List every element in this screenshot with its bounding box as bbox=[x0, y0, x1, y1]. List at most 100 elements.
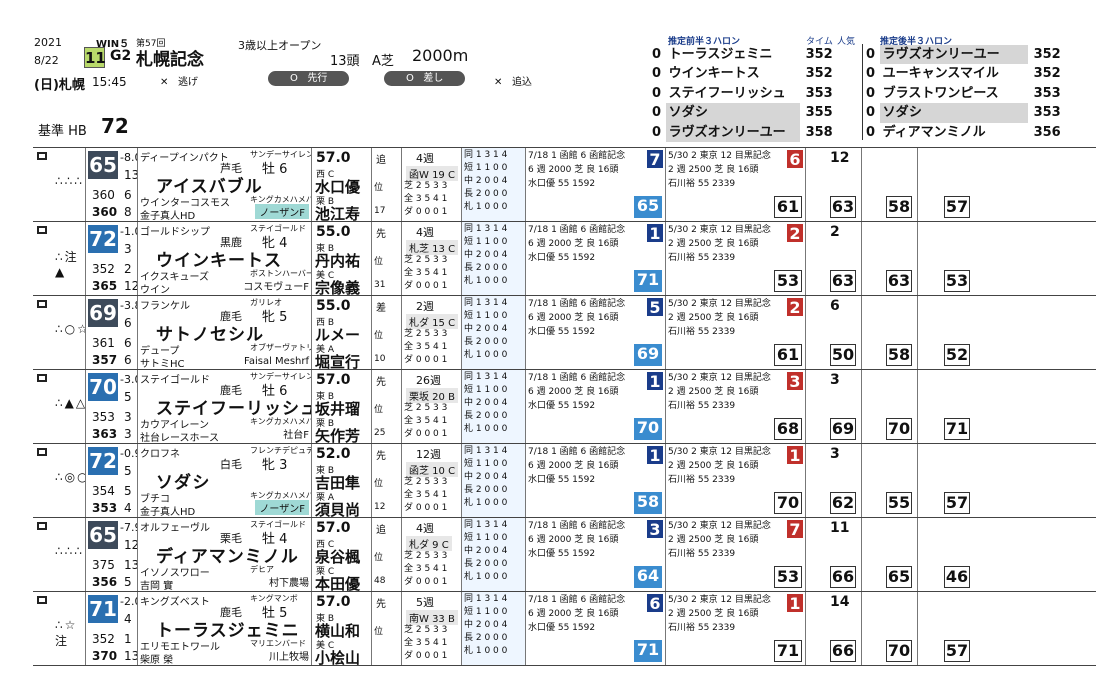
last-race-2[interactable]: 5/30 2 東京 12 目黒記念 2 週 2500 芝 良 16頭 石川裕 5… bbox=[666, 370, 806, 443]
hb-score: 72 bbox=[88, 225, 118, 253]
last1-fig: 64 bbox=[634, 566, 662, 588]
last-race-4[interactable]: 70 bbox=[862, 370, 918, 443]
last-race-4[interactable]: 58 bbox=[862, 148, 918, 221]
last-race-5[interactable]: 57 bbox=[918, 444, 974, 517]
weeks: 12週 bbox=[416, 448, 441, 461]
last1-line3: 水口優 55 1592 bbox=[528, 549, 596, 559]
checkbox[interactable] bbox=[37, 596, 47, 604]
last-race-5[interactable]: 57 bbox=[918, 592, 974, 665]
last-race-1[interactable]: 7/18 1 函館 6 函館記念 6 週 2000 芝 良 16頭 水口優 55… bbox=[526, 296, 666, 369]
check-cell[interactable]: ∴∴∴ bbox=[33, 518, 86, 591]
last-race-3[interactable]: 11 66 bbox=[806, 518, 862, 591]
last-race-4[interactable]: 65 bbox=[862, 518, 918, 591]
last-race-1[interactable]: 7/18 1 函館 6 函館記念 6 週 2000 芝 良 16頭 水口優 55… bbox=[526, 222, 666, 295]
horse-info[interactable]: ディープインパクト サンデーサイレンス 芦毛 牡 6 アイスバブル ウインターコ… bbox=[138, 148, 312, 221]
trainer[interactable]: 本田優 bbox=[315, 573, 360, 591]
checkbox[interactable] bbox=[37, 522, 47, 530]
sire: フランケル bbox=[140, 301, 190, 312]
checkbox[interactable] bbox=[37, 152, 47, 160]
last-race-4[interactable]: 70 bbox=[862, 592, 918, 665]
checkbox[interactable] bbox=[37, 226, 47, 234]
last-race-2[interactable]: 5/30 2 東京 12 目黒記念 2 週 2500 芝 良 16頭 石川裕 5… bbox=[666, 444, 806, 517]
horse-info[interactable]: オルフェーヴル ステイゴールド 栗毛 牡 4 ディアマンミノル イソノスワロー … bbox=[138, 518, 312, 591]
last2-line: 5/30 2 東京 12 目黒記念 bbox=[668, 151, 771, 161]
check-cell[interactable]: ∴注▲ bbox=[33, 222, 86, 295]
last2-line2: 2 週 2500 芝 良 16頭 bbox=[668, 387, 759, 397]
horse-info[interactable]: フランケル ガリレオ 鹿毛 牝 5 サトノセシル デュープ オブザーヴァトリ サ… bbox=[138, 296, 312, 369]
r2: 13 bbox=[124, 649, 138, 663]
last-race-3[interactable]: 12 63 bbox=[806, 148, 862, 221]
farm: 川上牧場 bbox=[269, 652, 309, 663]
trainer[interactable]: 須貝尚 bbox=[315, 499, 360, 517]
check-cell[interactable]: ∴∴∴ bbox=[33, 148, 86, 221]
diff2: 13 bbox=[124, 168, 138, 182]
last-race-5[interactable]: 46 bbox=[918, 518, 974, 591]
weeks: 4週 bbox=[416, 522, 434, 535]
marks: ∴∴∴ bbox=[55, 174, 84, 188]
last-race-1[interactable]: 7/18 1 函館 6 函館記念 6 週 2000 芝 良 16頭 水口優 55… bbox=[526, 518, 666, 591]
last-race-2[interactable]: 5/30 2 東京 12 目黒記念 2 週 2500 芝 良 16頭 石川裕 5… bbox=[666, 592, 806, 665]
horse-info[interactable]: ステイゴールド サンデーサイレンス 鹿毛 牡 6 ステイフーリッシュ カウアイレ… bbox=[138, 370, 312, 443]
last-race-3[interactable]: 3 69 bbox=[806, 370, 862, 443]
trainer[interactable]: 小桧山 bbox=[315, 647, 360, 665]
prep: 札ダ 15 C bbox=[406, 314, 459, 329]
horse-info[interactable]: キングズベスト キングマンボ 鹿毛 牡 5 トーラスジェミニ エリモエトワール … bbox=[138, 592, 312, 665]
last-race-1[interactable]: 7/18 1 函館 6 函館記念 6 週 2000 芝 良 16頭 水口優 55… bbox=[526, 444, 666, 517]
checkbox[interactable] bbox=[37, 374, 47, 382]
last-race-5[interactable]: 53 bbox=[918, 222, 974, 295]
last-race-5[interactable]: 52 bbox=[918, 296, 974, 369]
horse-row[interactable]: ∴○☆ 69 -3.8 6 361 6 357 6 フランケル ガリレオ 鹿毛 … bbox=[33, 296, 1096, 370]
trainer[interactable]: 矢作芳 bbox=[315, 425, 360, 443]
last-race-4[interactable]: 63 bbox=[862, 222, 918, 295]
sire: ゴールドシップ bbox=[140, 227, 210, 238]
horse-info[interactable]: ゴールドシップ ステイゴールド 黒鹿 牝 4 ウインキートス イクスキューズ ボ… bbox=[138, 222, 312, 295]
last-race-4[interactable]: 55 bbox=[862, 444, 918, 517]
trainer[interactable]: 堀宣行 bbox=[315, 351, 360, 369]
last-race-1[interactable]: 7/18 1 函館 6 函館記念 6 週 2000 芝 良 16頭 水口優 55… bbox=[526, 370, 666, 443]
farm: ノーザンF bbox=[255, 500, 309, 515]
style-cell: 追 位 48 bbox=[372, 518, 402, 591]
jockey-pos: 位 bbox=[374, 331, 384, 341]
last-race-1[interactable]: 7/18 1 函館 6 函館記念 6 週 2000 芝 良 16頭 水口優 55… bbox=[526, 592, 666, 665]
last2-line2: 2 週 2500 芝 良 16頭 bbox=[668, 165, 759, 175]
last1-line: 7/18 1 函館 6 函館記念 bbox=[528, 151, 626, 161]
last-race-2[interactable]: 5/30 2 東京 12 目黒記念 2 週 2500 芝 良 16頭 石川裕 5… bbox=[666, 222, 806, 295]
jockey-pos: 位 bbox=[374, 405, 384, 415]
last5-fig: 53 bbox=[944, 270, 970, 292]
last-race-3[interactable]: 6 50 bbox=[806, 296, 862, 369]
last1-rank: 3 bbox=[647, 520, 663, 539]
last-race-1[interactable]: 7/18 1 函館 6 函館記念 6 週 2000 芝 良 16頭 水口優 55… bbox=[526, 148, 666, 221]
last-race-5[interactable]: 57 bbox=[918, 148, 974, 221]
checkbox[interactable] bbox=[37, 448, 47, 456]
horse-info[interactable]: クロフネ フレンチデピュティ 白毛 牝 3 ソダシ ブチコ キングカメハメハ 金… bbox=[138, 444, 312, 517]
last2-rank: 1 bbox=[787, 446, 803, 465]
trainer[interactable]: 池江寿 bbox=[315, 203, 360, 221]
last1-rank: 6 bbox=[647, 594, 663, 613]
owner: 金子真人HD bbox=[140, 507, 196, 517]
year: 2021 bbox=[34, 36, 62, 49]
horse-row[interactable]: ∴▲△ 70 -3.0 5 353 3 363 3 ステイゴールド サンデーサイ… bbox=[33, 370, 1096, 444]
last-race-2[interactable]: 5/30 2 東京 12 目黒記念 2 週 2500 芝 良 16頭 石川裕 5… bbox=[666, 148, 806, 221]
horse-row[interactable]: ∴∴∴ 65 -8.0 13 360 6 360 8 ディープインパクト サンデ… bbox=[33, 148, 1096, 222]
last-race-3[interactable]: 2 63 bbox=[806, 222, 862, 295]
last-race-3[interactable]: 14 66 bbox=[806, 592, 862, 665]
horse-row[interactable]: ∴∴∴ 65 -7.9 12 375 13 356 5 オルフェーヴル ステイゴ… bbox=[33, 518, 1096, 592]
check-cell[interactable]: ∴▲△ bbox=[33, 370, 86, 443]
last-race-4[interactable]: 58 bbox=[862, 296, 918, 369]
last1-line3: 水口優 55 1592 bbox=[528, 475, 596, 485]
check-cell[interactable]: ∴☆注 bbox=[33, 592, 86, 665]
horse-row[interactable]: ∴☆注 71 -2.0 4 352 1 370 13 キングズベスト キングマン… bbox=[33, 592, 1096, 666]
horse-row[interactable]: ∴注▲ 72 -1.0 3 352 2 365 12 ゴールドシップ ステイゴー… bbox=[33, 222, 1096, 296]
last2-line3: 石川裕 55 2339 bbox=[668, 475, 736, 485]
trainer[interactable]: 宗像義 bbox=[315, 277, 360, 295]
last-race-2[interactable]: 5/30 2 東京 12 目黒記念 2 週 2500 芝 良 16頭 石川裕 5… bbox=[666, 296, 806, 369]
check-cell[interactable]: ∴○☆ bbox=[33, 296, 86, 369]
sire: クロフネ bbox=[140, 449, 180, 460]
horse-row[interactable]: ∴◎○ 72 -0.9 5 354 5 353 4 クロフネ フレンチデピュティ… bbox=[33, 444, 1096, 518]
run-style: 追 bbox=[376, 155, 386, 166]
last-race-3[interactable]: 3 62 bbox=[806, 444, 862, 517]
last-race-5[interactable]: 71 bbox=[918, 370, 974, 443]
check-cell[interactable]: ∴◎○ bbox=[33, 444, 86, 517]
last-race-2[interactable]: 5/30 2 東京 12 目黒記念 2 週 2500 芝 良 16頭 石川裕 5… bbox=[666, 518, 806, 591]
checkbox[interactable] bbox=[37, 300, 47, 308]
